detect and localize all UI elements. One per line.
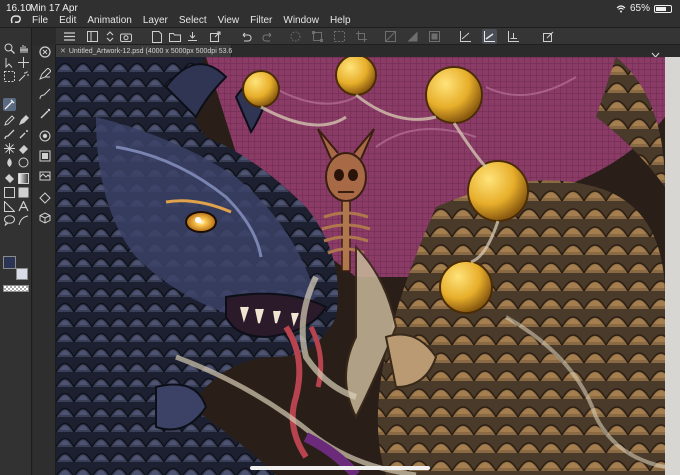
layout-icon[interactable] [85,29,100,44]
snap-grid-icon[interactable] [506,29,521,44]
home-indicator[interactable] [250,466,430,470]
crop-icon[interactable] [354,29,369,44]
ruler-icon[interactable] [427,29,442,44]
artwork-illustration [56,57,665,475]
command-bar [56,28,680,45]
wifi-icon [616,4,626,13]
sub-tool-palette [33,45,56,475]
snap-ruler-icon[interactable] [482,29,497,44]
canvas-edge [665,57,680,475]
frame-border-tool-icon[interactable] [3,186,16,199]
frame-fill-tool-icon[interactable] [17,186,30,199]
blend-tool-icon[interactable] [3,156,16,169]
new-canvas-icon[interactable] [149,29,164,44]
quick-share-icon[interactable] [541,29,556,44]
material-panel-icon[interactable] [38,169,51,182]
menu-layer[interactable]: Layer [143,15,168,26]
document-tab[interactable]: ✕ Untitled_Artwork-12.psd (4000 x 5000px… [56,45,241,57]
battery-icon [654,4,672,13]
save-icon[interactable] [185,29,200,44]
hand-tool-icon[interactable] [17,42,30,55]
pencil-tool-icon[interactable] [17,114,30,127]
clear-icon[interactable] [288,29,303,44]
fill-tool-icon[interactable] [3,172,16,185]
transform-icon[interactable] [310,29,325,44]
brush-subtool-icon[interactable] [38,87,51,100]
gradient-tool-icon[interactable] [17,172,30,185]
chevron-updown-icon[interactable] [102,29,117,44]
menu-file[interactable]: File [32,15,48,26]
correct-line-tool-icon[interactable] [17,214,30,227]
zoom-tool-icon[interactable] [3,42,16,55]
menu-animation[interactable]: Animation [87,15,131,26]
menu-help[interactable]: Help [330,15,351,26]
eyedropper-tool-icon[interactable] [3,98,16,111]
operation-tool-icon[interactable] [3,56,16,69]
move-layer-tool-icon[interactable] [17,56,30,69]
tool-palette [0,28,32,475]
brush-tool-icon[interactable] [3,128,16,141]
camera-icon[interactable] [118,29,133,44]
eraser-tool-icon[interactable] [17,142,30,155]
app-logo-icon[interactable] [6,13,26,27]
selection-tool-icon[interactable] [3,70,16,83]
status-bar: 16.10 Min 17 Apr 65% File Edit Animation… [0,0,680,28]
snap-special-ruler-icon[interactable] [458,29,473,44]
menu-window[interactable]: Window [283,15,319,26]
pen-subtool-icon[interactable] [38,67,51,80]
menu-filter[interactable]: Filter [250,15,272,26]
tab-strip [232,45,680,58]
sub-color-swatch[interactable] [16,268,28,280]
main-color-swatch[interactable] [3,256,16,269]
balloon-tool-icon[interactable] [3,214,16,227]
battery-percent: 65% [629,3,650,14]
ruler-tool-icon[interactable] [3,200,16,213]
layer-panel-icon[interactable] [38,149,51,162]
flip-icon[interactable] [383,29,398,44]
document-tab-title: Untitled_Artwork-12.psd (4000 x 5000px 5… [68,47,241,55]
menu-edit[interactable]: Edit [59,15,76,26]
fill-icon[interactable] [405,29,420,44]
status-indicators: 65% [616,3,672,14]
canvas[interactable] [56,57,665,475]
navigator-panel-icon[interactable] [38,191,51,204]
pen-tool-icon[interactable] [3,114,16,127]
text-tool-icon[interactable] [17,200,30,213]
mapping-pen-subtool-icon[interactable] [38,107,51,120]
3d-panel-icon[interactable] [38,211,51,224]
menu-bar: File Edit Animation Layer Select View Fi… [0,12,362,28]
layer-mask-subtool-icon[interactable] [38,129,51,142]
airbrush-tool-icon[interactable] [17,128,30,141]
menu-view[interactable]: View [218,15,240,26]
close-icon[interactable]: ✕ [60,47,66,55]
selection-icon[interactable] [332,29,347,44]
open-folder-icon[interactable] [167,29,182,44]
decoration-tool-icon[interactable] [3,142,16,155]
figure-tool-icon[interactable] [17,156,30,169]
redo-icon[interactable] [260,29,275,44]
transparent-color-swatch[interactable] [3,285,29,292]
menu-select[interactable]: Select [179,15,207,26]
hamburger-menu-icon[interactable] [62,29,77,44]
export-icon[interactable] [208,29,223,44]
subtool-settings-icon[interactable] [38,45,51,58]
undo-icon[interactable] [238,29,253,44]
auto-select-tool-icon[interactable] [17,70,30,83]
